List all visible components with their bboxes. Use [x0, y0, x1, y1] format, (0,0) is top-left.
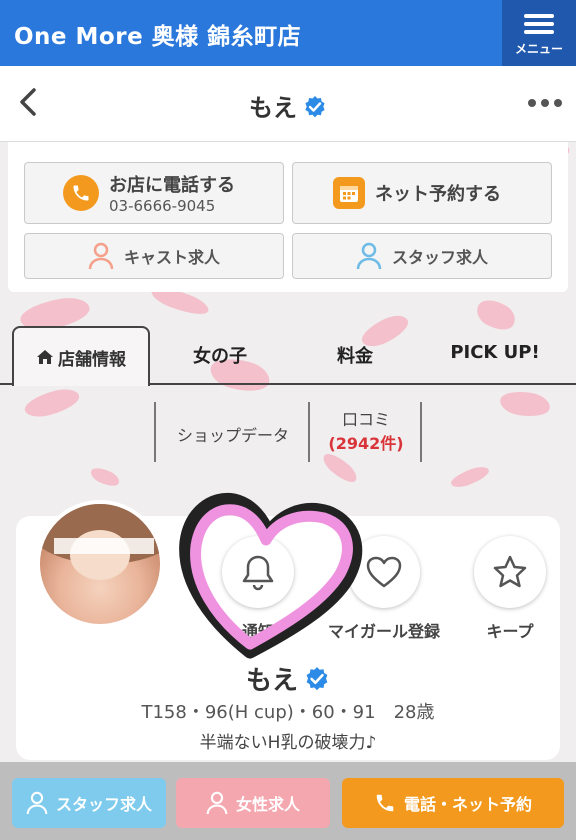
staff-recruit-button[interactable]: スタッフ求人 — [292, 233, 552, 279]
verified-badge-icon — [306, 667, 328, 691]
more-options-icon[interactable] — [528, 99, 562, 107]
subtab-shop-data[interactable]: ショップデータ — [158, 422, 308, 446]
subtab-divider — [308, 402, 310, 462]
hamburger-icon — [524, 10, 554, 38]
person-icon — [26, 791, 48, 815]
profile-catchphrase: 半端ないH乳の破壊力♪ — [199, 733, 377, 753]
bottom-female-recruit-button[interactable]: 女性求人 — [176, 778, 330, 828]
cast-recruit-button[interactable]: キャスト求人 — [24, 233, 284, 279]
bottom-action-bar: スタッフ求人 女性求人 電話・ネット予約 — [0, 762, 576, 840]
tab-shop-info[interactable]: 店舗情報 — [12, 326, 150, 386]
tab-price[interactable]: 料金 — [310, 342, 400, 368]
person-icon — [206, 791, 228, 815]
avatar-watermark — [54, 538, 154, 554]
shop-subtabs: ショップデータ 口コミ (2942件) — [0, 402, 576, 462]
phone-icon — [63, 175, 99, 211]
tab-label: PICK UP! — [450, 342, 540, 363]
keep-label: キープ — [486, 622, 534, 641]
subtab-divider — [420, 402, 422, 462]
tab-label: 女の子 — [193, 346, 247, 367]
girl-name: もえ — [249, 94, 297, 122]
menu-label: メニュー — [514, 41, 563, 56]
keep-button[interactable] — [474, 536, 546, 608]
call-shop-label: お店に電話する — [109, 175, 235, 196]
profile-avatar[interactable] — [36, 500, 164, 628]
star-outline-icon — [493, 555, 527, 588]
shop-phone-number: 03-6666-9045 — [109, 197, 216, 215]
menu-button[interactable]: メニュー — [502, 0, 576, 66]
staff-recruit-label: スタッフ求人 — [391, 248, 488, 267]
tab-label: 料金 — [337, 346, 373, 367]
page-title: もえ — [0, 88, 576, 123]
net-reserve-label: ネット予約する — [375, 184, 501, 205]
bottom-staff-label: スタッフ求人 — [55, 795, 152, 814]
tab-girls[interactable]: 女の子 — [170, 342, 270, 368]
tab-label: 店舗情報 — [58, 349, 126, 370]
heart-overlay-icon — [179, 492, 363, 659]
bottom-staff-recruit-button[interactable]: スタッフ求人 — [12, 778, 166, 828]
cast-recruit-label: キャスト求人 — [123, 248, 220, 267]
calendar-icon — [333, 177, 365, 209]
person-icon — [88, 242, 114, 270]
profile-navbar: もえ — [0, 66, 576, 142]
subtab-divider — [154, 402, 156, 462]
bottom-call-reserve-label: 電話・ネット予約 — [403, 795, 532, 814]
reviews-label: 口コミ — [341, 410, 390, 429]
profile-stats: T158・96(H cup)・60・91 28歳 — [141, 702, 435, 723]
verified-badge-icon — [305, 96, 325, 118]
call-shop-button[interactable]: お店に電話する 03-6666-9045 — [24, 162, 284, 224]
girl-name: もえ — [245, 666, 298, 696]
main-tabs: 店舗情報 女の子 料金 PICK UP! — [0, 322, 576, 386]
petal-decoration — [448, 463, 492, 491]
net-reserve-button[interactable]: ネット予約する — [292, 162, 552, 224]
phone-icon — [376, 794, 394, 812]
bottom-female-label: 女性求人 — [235, 795, 300, 814]
tab-pickup[interactable]: PICK UP! — [430, 342, 560, 363]
subtab-reviews[interactable]: 口コミ (2942件) — [312, 406, 420, 454]
home-icon — [37, 350, 53, 364]
shop-title[interactable]: One More 奥様 錦糸町店 — [14, 17, 301, 51]
app-header: One More 奥様 錦糸町店 メニュー — [0, 0, 576, 66]
reviews-count: (2942件) — [328, 434, 404, 453]
person-icon — [356, 242, 382, 270]
petal-decoration — [88, 464, 122, 490]
profile-name: もえ — [0, 660, 576, 697]
bottom-call-reserve-button[interactable]: 電話・ネット予約 — [342, 778, 564, 828]
